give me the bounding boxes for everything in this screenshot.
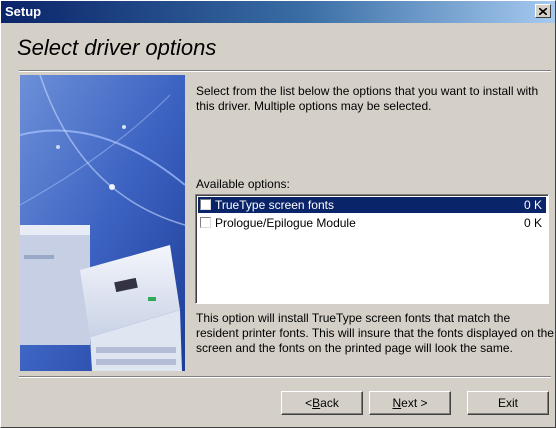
back-prefix: < bbox=[305, 396, 313, 410]
window-title: Setup bbox=[5, 4, 42, 19]
setup-dialog: Setup Select driver options Select from … bbox=[0, 0, 556, 428]
option-label: Prologue/Epilogue Module bbox=[215, 216, 356, 230]
next-button[interactable]: Next > bbox=[369, 391, 451, 415]
close-button[interactable] bbox=[535, 4, 551, 18]
option-checkbox[interactable] bbox=[200, 199, 211, 210]
option-size: 0 K bbox=[523, 198, 542, 212]
footer-divider bbox=[19, 376, 551, 378]
exit-button[interactable]: Exit bbox=[467, 391, 549, 415]
available-options-label: Available options: bbox=[196, 177, 290, 191]
title-bar[interactable]: Setup bbox=[1, 1, 555, 23]
option-checkbox[interactable] bbox=[200, 217, 211, 228]
intro-text: Select from the list below the options t… bbox=[196, 84, 539, 113]
back-button[interactable]: < Back bbox=[281, 391, 363, 415]
options-listbox[interactable]: TrueType screen fonts 0 K Prologue/Epilo… bbox=[195, 194, 549, 304]
header-divider bbox=[19, 70, 551, 72]
option-size: 0 K bbox=[523, 216, 542, 230]
next-mnemonic: N bbox=[392, 396, 402, 410]
page-title: Select driver options bbox=[17, 35, 217, 60]
next-rest: ext > bbox=[401, 396, 428, 410]
option-prologue-epilogue[interactable]: Prologue/Epilogue Module 0 K bbox=[198, 215, 546, 231]
printer-illustration bbox=[20, 75, 185, 371]
close-icon bbox=[539, 7, 547, 15]
option-truetype-fonts[interactable]: TrueType screen fonts 0 K bbox=[198, 197, 546, 213]
option-label: TrueType screen fonts bbox=[215, 198, 334, 212]
back-mnemonic: B bbox=[312, 396, 321, 410]
exit-label: Exit bbox=[497, 396, 518, 410]
option-description: This option will install TrueType screen… bbox=[196, 311, 554, 355]
back-rest: ack bbox=[320, 396, 339, 410]
